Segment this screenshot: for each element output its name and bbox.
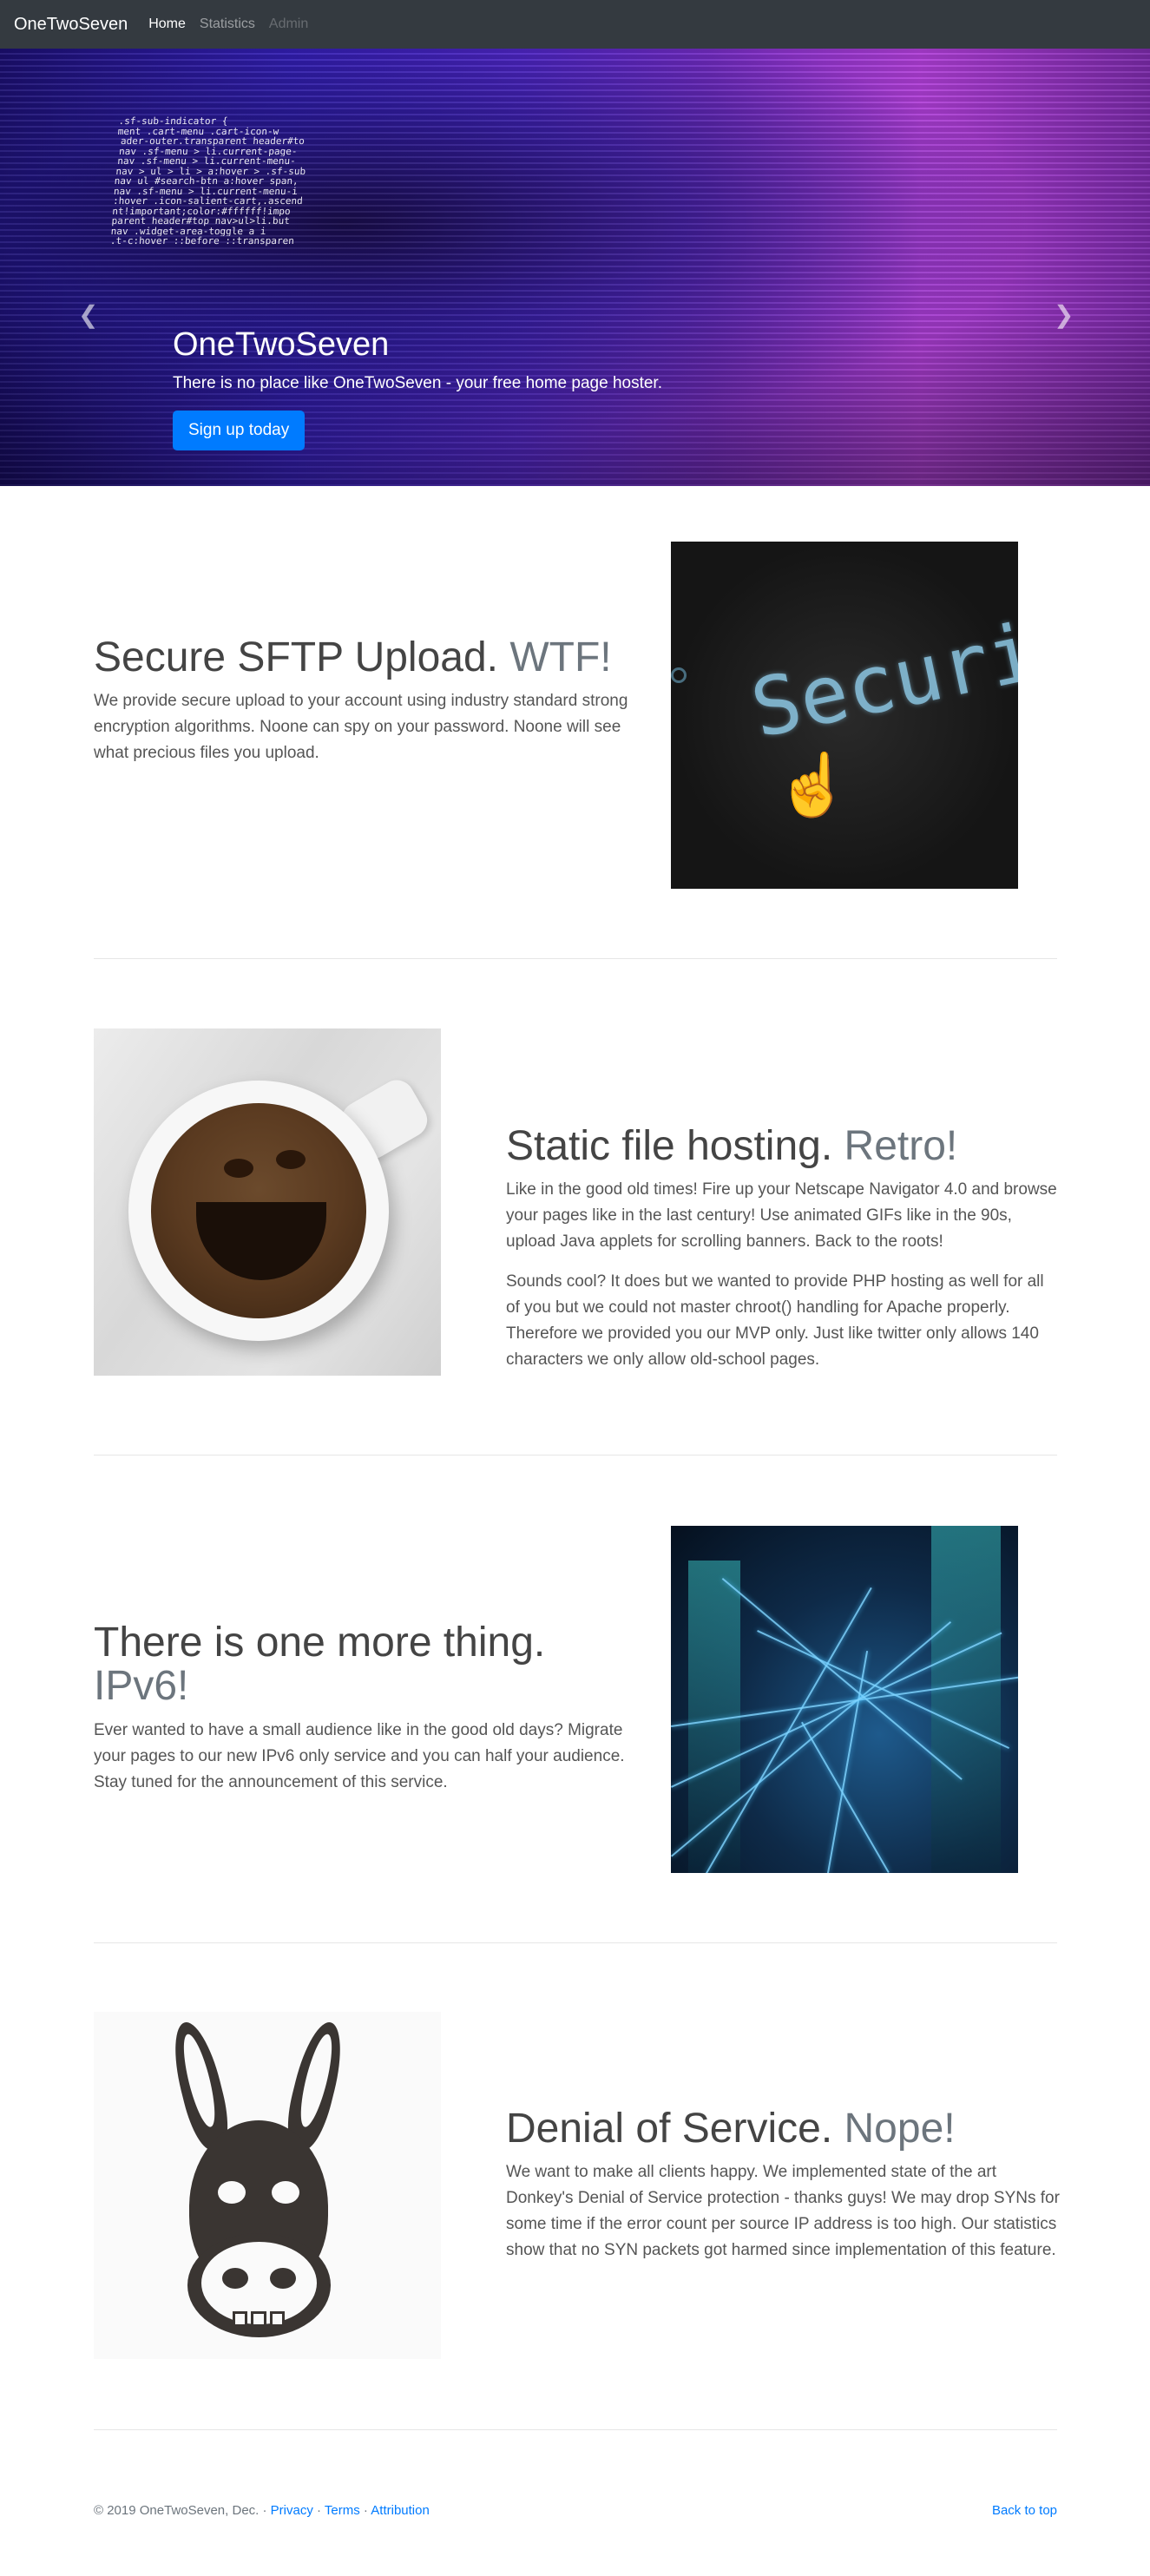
donkey-logo-image bbox=[94, 2012, 441, 2359]
feature-heading: There is one more thing. IPv6! bbox=[94, 1620, 546, 1710]
feature-text: Ever wanted to have a small audience lik… bbox=[94, 1720, 625, 1791]
hero-caption: OneTwoSeven There is no place like OneTw… bbox=[173, 326, 662, 450]
navbar: OneTwoSeven Home Statistics Admin bbox=[0, 0, 1150, 49]
nav-link-statistics[interactable]: Statistics bbox=[200, 16, 255, 32]
featurette-divider bbox=[94, 2429, 1057, 2430]
terms-link[interactable]: Terms bbox=[325, 2503, 360, 2518]
feature-dos: Denial of Service. Nope! We want to make… bbox=[506, 2106, 1061, 2277]
featurette-divider bbox=[94, 1455, 1057, 1456]
hero-subtitle: There is no place like OneTwoSeven - you… bbox=[173, 374, 662, 392]
feature-heading: Denial of Service. Nope! bbox=[506, 2106, 956, 2152]
chevron-right-icon[interactable]: ❯ bbox=[1054, 300, 1074, 329]
nav-link-home[interactable]: Home bbox=[148, 16, 186, 32]
hero-title: OneTwoSeven bbox=[173, 326, 390, 363]
feature-heading: Secure SFTP Upload. WTF! bbox=[94, 634, 612, 680]
feature-text: We provide secure upload to your account… bbox=[94, 692, 628, 763]
hand-cursor-icon: ☝ bbox=[775, 751, 851, 818]
featurette-divider bbox=[94, 958, 1057, 959]
security-image: Security ☝ bbox=[671, 542, 1018, 889]
feature-static-hosting: Static file hosting. Retro! Like in the … bbox=[506, 1123, 1061, 1387]
attribution-link[interactable]: Attribution bbox=[371, 2503, 430, 2518]
feature-text: Like in the good old times! Fire up your… bbox=[506, 1180, 1057, 1252]
feature-text: Sounds cool? It does but we wanted to pr… bbox=[506, 1272, 1044, 1370]
network-image bbox=[671, 1526, 1018, 1873]
chevron-left-icon[interactable]: ❮ bbox=[78, 300, 98, 329]
featurette-divider bbox=[94, 1942, 1057, 1943]
feature-ipv6: There is one more thing. IPv6! Ever want… bbox=[94, 1620, 649, 1810]
footer-copyright: © 2019 OneTwoSeven, Dec. · Privacy · Ter… bbox=[94, 2503, 430, 2518]
feature-sftp: Secure SFTP Upload. WTF! We provide secu… bbox=[94, 634, 649, 780]
sign-up-button[interactable]: Sign up today bbox=[173, 411, 306, 450]
coffee-image bbox=[94, 1028, 441, 1376]
privacy-link[interactable]: Privacy bbox=[271, 2503, 313, 2518]
nav-link-admin: Admin bbox=[268, 16, 309, 31]
navbar-brand[interactable]: OneTwoSeven bbox=[14, 15, 128, 35]
back-to-top-link[interactable]: Back to top bbox=[992, 2503, 1057, 2518]
feature-text: We want to make all clients happy. We im… bbox=[506, 2163, 1060, 2260]
hero-carousel: .sf-sub-indicator {ment .cart-menu .cart… bbox=[0, 49, 1150, 486]
feature-heading: Static file hosting. Retro! bbox=[506, 1123, 958, 1169]
security-word: Security bbox=[743, 585, 1018, 756]
